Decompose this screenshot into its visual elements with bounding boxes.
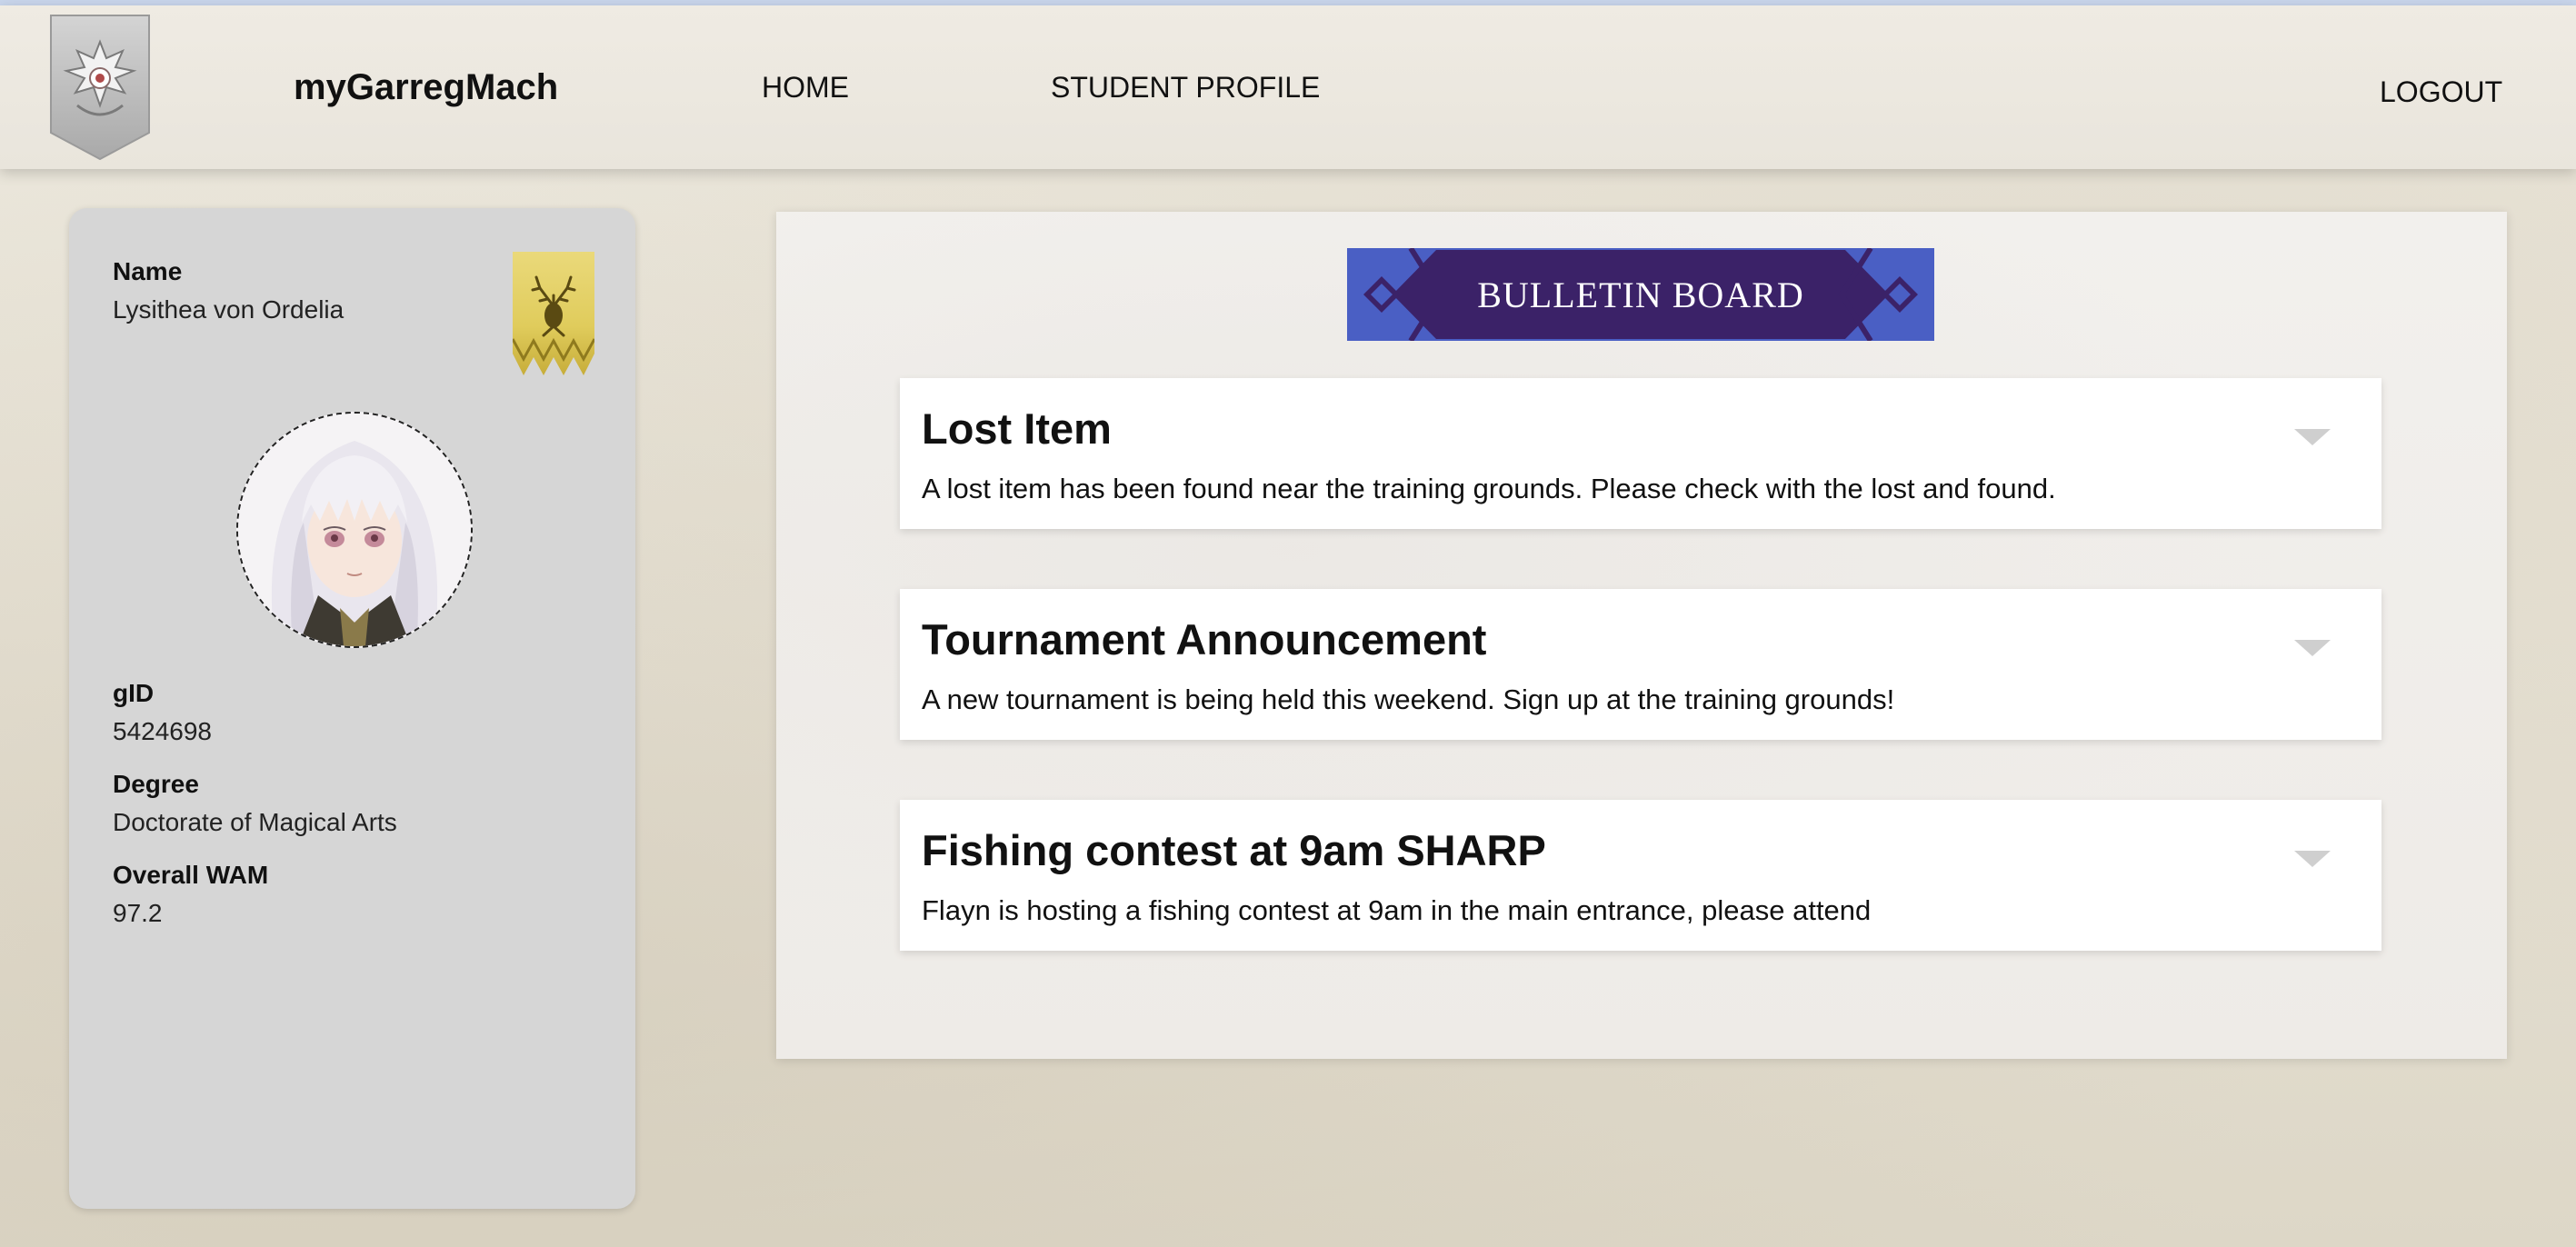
gid-label: gID	[113, 679, 155, 707]
notice-card[interactable]: Fishing contest at 9am SHARP Flayn is ho…	[900, 800, 2381, 951]
wam-label: Overall WAM	[113, 861, 269, 889]
chevron-down-icon[interactable]	[2292, 636, 2332, 660]
bulletin-board-panel: BULLETIN BOARD Lost Item A lost item has…	[776, 212, 2507, 1059]
student-avatar	[236, 412, 473, 648]
notice-title: Lost Item	[922, 404, 1112, 453]
chevron-down-icon[interactable]	[2292, 847, 2332, 871]
nav-student-profile-link[interactable]: STUDENT PROFILE	[1051, 71, 1320, 105]
student-degree: Doctorate of Magical Arts	[113, 808, 397, 836]
notice-body: A new tournament is being held this week…	[922, 683, 1895, 715]
logout-link[interactable]: LOGOUT	[2380, 75, 2502, 109]
golden-deer-banner-icon	[513, 252, 594, 375]
notice-title: Fishing contest at 9am SHARP	[922, 826, 1546, 874]
student-profile-card: Name Lysithea von Ordelia gID 5424698 De…	[69, 208, 635, 1209]
nav-home-link[interactable]: HOME	[762, 71, 849, 105]
notice-card[interactable]: Lost Item A lost item has been found nea…	[900, 378, 2381, 529]
bulletin-board-title: BULLETIN BOARD	[1477, 274, 1804, 315]
notice-body: A lost item has been found near the trai…	[922, 473, 2056, 504]
notice-title: Tournament Announcement	[922, 615, 1487, 663]
notice-body: Flayn is hosting a fishing contest at 9a…	[922, 894, 1872, 926]
student-wam: 97.2	[113, 899, 163, 927]
student-gid: 5424698	[113, 717, 213, 745]
student-name: Lysithea von Ordelia	[113, 295, 344, 324]
notice-card[interactable]: Tournament Announcement A new tournament…	[900, 589, 2381, 740]
church-of-seiros-crest-icon[interactable]	[50, 15, 150, 160]
student-portrait-image	[238, 414, 471, 646]
app-brand-title: myGarregMach	[294, 67, 559, 107]
name-label: Name	[113, 257, 183, 285]
navbar: myGarregMach HOME STUDENT PROFILE LOGOUT	[0, 5, 2576, 169]
bulletin-board-banner: BULLETIN BOARD	[1345, 246, 1936, 343]
degree-label: Degree	[113, 770, 199, 798]
chevron-down-icon[interactable]	[2292, 425, 2332, 449]
